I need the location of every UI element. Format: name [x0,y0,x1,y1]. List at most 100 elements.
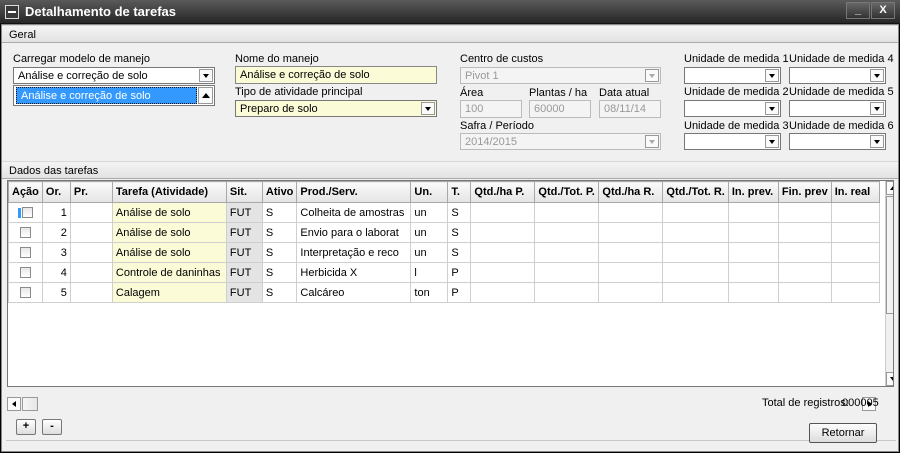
cell-empty[interactable] [831,323,879,343]
cell-prod[interactable]: Envio para o laborat [296,222,412,243]
cell-empty[interactable] [42,343,70,363]
area-field[interactable]: 100 [460,100,522,118]
row-checkbox[interactable] [19,267,31,279]
cell-empty[interactable] [599,343,663,363]
unidade-1-select[interactable] [684,67,781,84]
cell-empty[interactable] [830,242,880,263]
cell-empty[interactable] [297,343,411,363]
cell-empty[interactable] [42,303,70,323]
column-header[interactable]: Fin. prev [777,181,832,203]
cell-empty[interactable] [727,202,779,223]
cell-empty[interactable] [470,222,536,243]
unidade-2-select[interactable] [684,100,781,117]
cell-tarefa[interactable]: Calagem [111,282,227,303]
add-row-button[interactable]: + [16,419,36,435]
cell-sit[interactable]: FUT [225,262,263,283]
cell-empty[interactable] [470,282,536,303]
cell-empty[interactable] [112,303,226,323]
unidade-3-select[interactable] [684,133,781,150]
cell-empty[interactable] [598,282,664,303]
table-row[interactable]: 5 Calagem FUT S Calcáreo ton P [8,282,880,303]
cell-empty[interactable] [777,282,832,303]
column-header[interactable]: Qtd./Tot. P. [534,181,600,203]
cell-t[interactable]: S [447,202,472,223]
cell-empty[interactable] [534,222,600,243]
cell-empty[interactable] [70,323,112,343]
cell-empty[interactable] [262,303,297,323]
cell-empty[interactable] [598,222,664,243]
cell-empty[interactable] [727,262,779,283]
table-row[interactable]: 1 Análise de solo FUT S Colheita de amostras… [8,202,880,223]
column-header[interactable]: Un. [410,181,449,203]
cell-t[interactable]: S [447,222,472,243]
column-header[interactable]: In. real [830,181,880,203]
column-header[interactable]: Qtd./ha P. [470,181,536,203]
cell-ativo[interactable]: S [261,222,298,243]
cell-empty[interactable] [411,303,448,323]
cell-empty[interactable] [112,343,226,363]
cell-empty[interactable] [448,343,471,363]
centro-custos-select[interactable]: Pivot 1 [460,67,661,84]
cell-empty[interactable] [728,323,778,343]
cell-empty[interactable] [777,242,832,263]
cell-prod[interactable]: Calcáreo [296,282,412,303]
cell-empty[interactable] [9,343,43,363]
cell-empty[interactable] [598,262,664,283]
safra-select[interactable]: 2014/2015 [460,133,661,150]
cell-sit[interactable]: FUT [225,222,263,243]
cell-t[interactable]: P [447,282,472,303]
cell-ativo[interactable]: S [261,202,298,223]
row-checkbox[interactable] [21,207,33,219]
chevron-down-icon[interactable] [765,135,779,148]
cell-prod[interactable]: Interpretação e reco [296,242,412,263]
cell-empty[interactable] [727,282,779,303]
cell-tarefa[interactable]: Análise de solo [111,242,227,263]
tipo-atividade-select[interactable]: Preparo de solo [235,100,437,117]
unidade-5-select[interactable] [789,100,886,117]
cell-empty[interactable] [727,222,779,243]
cell-empty[interactable] [470,262,536,283]
cell-empty[interactable] [663,323,728,343]
row-action-cell[interactable] [8,262,43,283]
cell-pr[interactable] [69,262,113,283]
cell-empty[interactable] [599,323,663,343]
cell-ativo[interactable]: S [261,262,298,283]
cell-empty[interactable] [471,323,535,343]
column-header[interactable]: Prod./Serv. [296,181,412,203]
window-menu-icon[interactable] [5,5,19,19]
cell-empty[interactable] [728,303,778,323]
cell-pr[interactable] [69,222,113,243]
cell-un[interactable]: l [410,262,449,283]
column-header[interactable]: Tarefa (Atividade) [111,181,227,203]
cell-empty[interactable] [471,303,535,323]
retornar-button[interactable]: Retornar [809,423,877,443]
cell-empty[interactable] [830,262,880,283]
cell-empty[interactable] [70,303,112,323]
horizontal-scroll-thumb[interactable] [22,397,38,411]
data-atual-field[interactable]: 08/11/14 [599,100,661,118]
cell-or[interactable]: 2 [41,222,71,243]
cell-prod[interactable]: Colheita de amostras [296,202,412,223]
cell-empty[interactable] [297,323,411,343]
cell-t[interactable]: P [447,262,472,283]
minimize-button[interactable]: _ [846,2,870,19]
cell-empty[interactable] [226,303,262,323]
column-header[interactable]: Pr. [69,181,113,203]
table-row[interactable] [9,303,880,323]
cell-empty[interactable] [662,242,729,263]
cell-empty[interactable] [777,262,832,283]
cell-un[interactable]: un [410,222,449,243]
cell-empty[interactable] [778,303,831,323]
grid-vertical-scrollbar[interactable] [885,181,893,386]
cell-empty[interactable] [448,323,471,343]
chevron-down-icon[interactable] [870,69,884,82]
row-checkbox[interactable] [19,287,31,299]
row-action-cell[interactable] [8,282,43,303]
cell-empty[interactable] [535,343,599,363]
column-header[interactable]: Ação [8,181,43,203]
cell-empty[interactable] [598,202,664,223]
row-action-cell[interactable] [8,222,43,243]
cell-pr[interactable] [69,202,113,223]
table-row[interactable]: 2 Análise de solo FUT S Envio para o laborat… [8,222,880,243]
column-header[interactable]: Qtd./ha R. [598,181,664,203]
